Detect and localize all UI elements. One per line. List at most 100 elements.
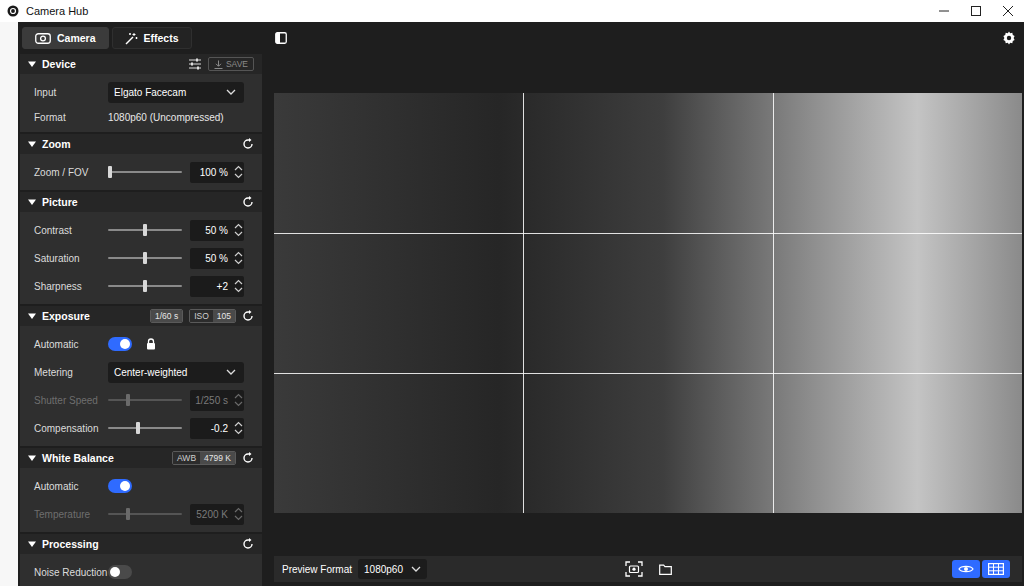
setting-label: Input <box>34 87 108 98</box>
reset-icon[interactable] <box>242 538 254 550</box>
toggle-switch[interactable] <box>108 479 132 493</box>
stepper[interactable] <box>232 504 244 525</box>
slider-thumb[interactable] <box>108 166 112 178</box>
folder-icon[interactable] <box>659 564 672 575</box>
setting-row: Contrast 50 % <box>20 216 262 244</box>
value-field[interactable]: 50 % <box>190 220 232 241</box>
maximize-button[interactable] <box>960 0 992 22</box>
setting-row: Zoom / FOV 100 % <box>20 158 262 186</box>
preview-visibility-button[interactable] <box>952 560 980 578</box>
stepper[interactable] <box>232 162 244 183</box>
chevron-down-icon[interactable] <box>234 401 243 407</box>
camera-icon <box>35 33 51 44</box>
download-icon <box>214 60 223 69</box>
reset-icon[interactable] <box>242 310 254 322</box>
chevron-down-icon[interactable] <box>234 515 243 521</box>
setting-row: Format 1080p60 (Uncompressed) <box>20 106 262 128</box>
section-header[interactable]: Exposure 1/60 sISO105 <box>20 306 262 326</box>
dropdown[interactable]: Center-weighted <box>108 362 244 383</box>
chevron-up-icon[interactable] <box>234 165 243 171</box>
status-badge: AWB4799 K <box>172 451 236 465</box>
dropdown[interactable]: Elgato Facecam <box>108 82 244 103</box>
stepper[interactable] <box>232 418 244 439</box>
grid-line <box>773 93 774 513</box>
window-title: Camera Hub <box>26 5 88 17</box>
slider[interactable] <box>108 393 182 407</box>
screenshot-icon[interactable] <box>625 561 643 577</box>
toggle-switch[interactable] <box>108 337 132 351</box>
slider-thumb[interactable] <box>143 224 147 236</box>
tab[interactable]: Camera <box>22 27 109 49</box>
chevron-up-icon[interactable] <box>234 251 243 257</box>
lock-icon[interactable] <box>146 338 156 350</box>
chevron-up-icon[interactable] <box>234 279 243 285</box>
magic-wand-icon <box>125 32 138 45</box>
section-header[interactable]: Device SAVE <box>20 54 262 74</box>
reset-icon[interactable] <box>242 196 254 208</box>
settings-section: Picture Contrast 50 % Saturation 50 % Sh… <box>20 192 262 304</box>
setting-label: Saturation <box>34 253 108 264</box>
stepper[interactable] <box>232 248 244 269</box>
stepper[interactable] <box>232 390 244 411</box>
section-header[interactable]: White Balance AWB4799 K <box>20 448 262 468</box>
value-field[interactable]: +2 <box>190 276 232 297</box>
setting-row: Input Elgato Facecam <box>20 78 262 106</box>
setting-row: Sharpness +2 <box>20 272 262 300</box>
reset-icon[interactable] <box>242 452 254 464</box>
chevron-up-icon[interactable] <box>234 223 243 229</box>
slider-thumb[interactable] <box>136 422 140 434</box>
slider[interactable] <box>108 251 182 265</box>
grid-line <box>274 373 1022 374</box>
maximize-icon <box>971 6 981 16</box>
grid-overlay-button[interactable] <box>982 560 1010 578</box>
eye-icon <box>958 564 974 574</box>
slider-thumb[interactable] <box>143 252 147 264</box>
setting-label: Sharpness <box>34 281 108 292</box>
stepper[interactable] <box>232 220 244 241</box>
slider[interactable] <box>108 421 182 435</box>
sidebar-toggle-icon[interactable] <box>275 32 287 44</box>
chevron-down-icon <box>226 89 236 95</box>
close-button[interactable] <box>992 0 1024 22</box>
section-header[interactable]: Picture <box>20 192 262 212</box>
slider[interactable] <box>108 223 182 237</box>
value-field[interactable]: 5200 K <box>190 504 232 525</box>
value-field[interactable]: 100 % <box>190 162 232 183</box>
chevron-down-icon[interactable] <box>234 259 243 265</box>
slider[interactable] <box>108 165 182 179</box>
expanded-triangle-icon <box>28 60 36 68</box>
section-header[interactable]: Processing <box>20 534 262 554</box>
expanded-triangle-icon <box>28 140 36 148</box>
save-button[interactable]: SAVE <box>208 57 254 71</box>
adjustments-icon[interactable] <box>188 58 202 70</box>
chevron-down-icon[interactable] <box>234 287 243 293</box>
slider[interactable] <box>108 507 182 521</box>
chevron-down-icon[interactable] <box>234 173 243 179</box>
camera-preview <box>274 93 1022 513</box>
settings-section: Exposure 1/60 sISO105 Automatic Metering… <box>20 306 262 446</box>
preview-format-label: Preview Format <box>282 564 352 575</box>
slider-thumb[interactable] <box>126 394 130 406</box>
expanded-triangle-icon <box>28 454 36 462</box>
chevron-down-icon[interactable] <box>234 231 243 237</box>
slider[interactable] <box>108 279 182 293</box>
toggle-switch[interactable] <box>108 565 132 579</box>
value-field[interactable]: -0.2 <box>190 418 232 439</box>
tab[interactable]: Effects <box>112 27 192 49</box>
chevron-down-icon[interactable] <box>234 429 243 435</box>
slider-thumb[interactable] <box>126 508 130 520</box>
chevron-up-icon[interactable] <box>234 393 243 399</box>
slider-thumb[interactable] <box>143 280 147 292</box>
reset-icon[interactable] <box>242 138 254 150</box>
minimize-button[interactable] <box>928 0 960 22</box>
chevron-up-icon[interactable] <box>234 507 243 513</box>
value-field[interactable]: 1/250 s <box>190 390 232 411</box>
grid-line <box>274 233 1022 234</box>
value-field[interactable]: 50 % <box>190 248 232 269</box>
preview-format-dropdown[interactable]: 1080p60 <box>358 559 427 579</box>
setting-label: Shutter Speed <box>34 395 108 406</box>
stepper[interactable] <box>232 276 244 297</box>
gear-icon[interactable] <box>1002 31 1016 45</box>
section-header[interactable]: Zoom <box>20 134 262 154</box>
chevron-up-icon[interactable] <box>234 421 243 427</box>
